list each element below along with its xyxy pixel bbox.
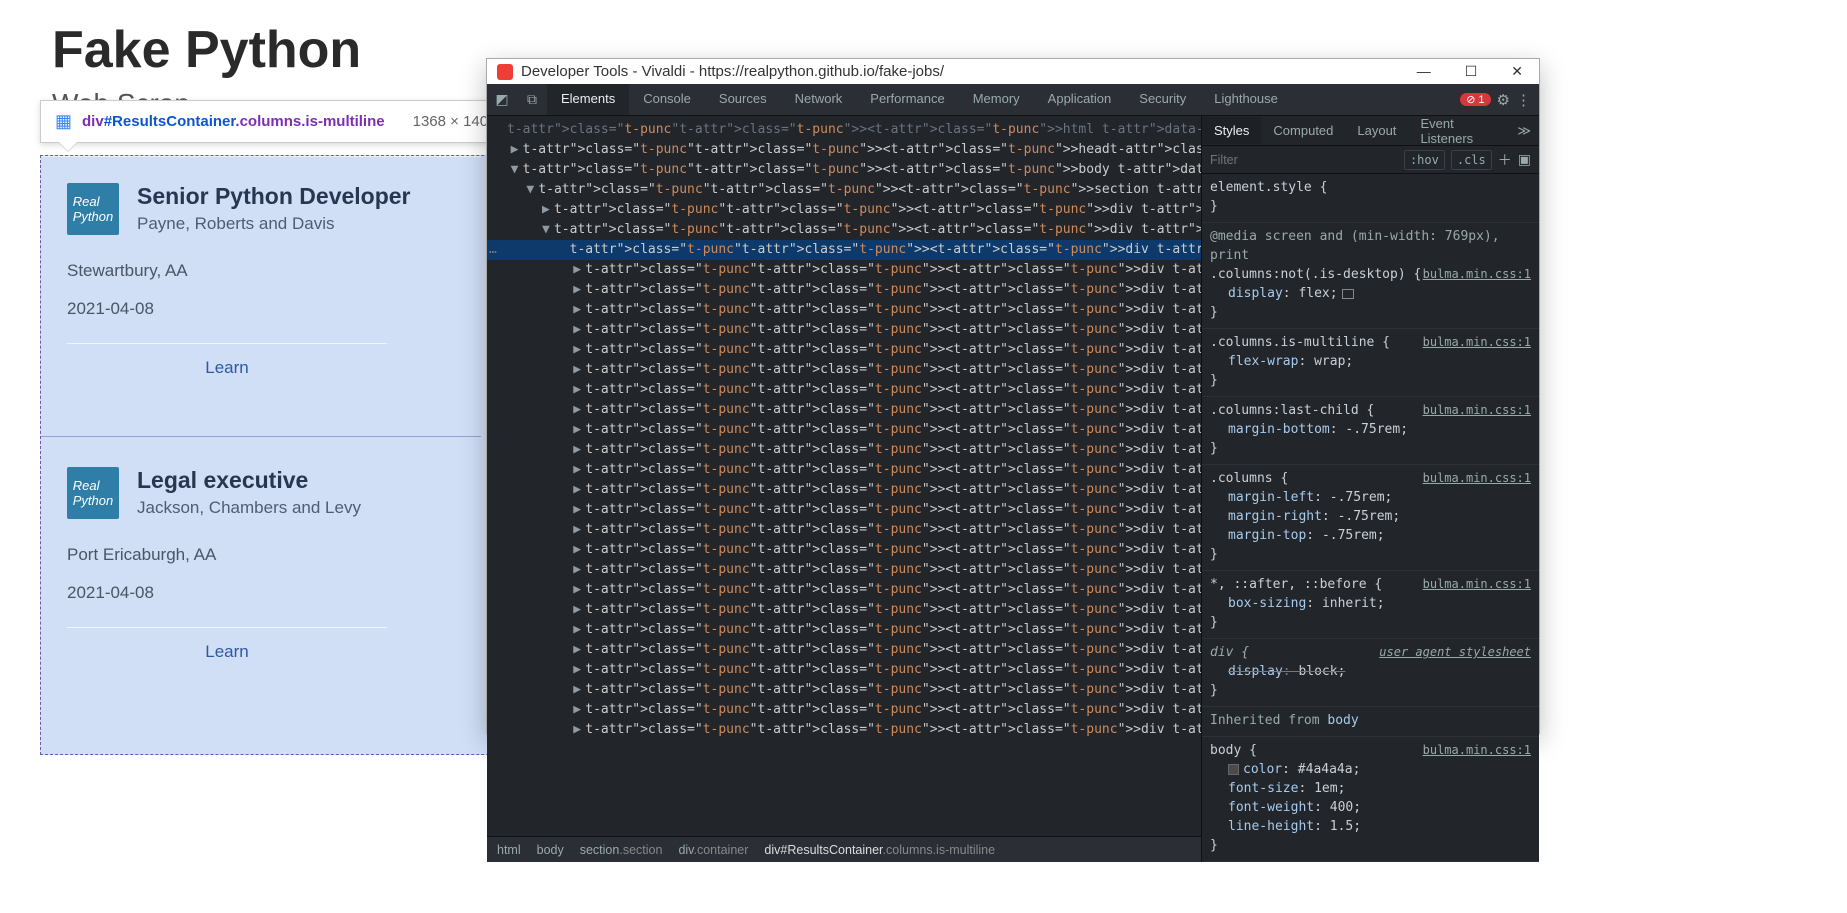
dom-node[interactable]: ▶t-attr">class="t-punc"t-attr">class="t-… bbox=[487, 280, 1201, 300]
devtools-window: Developer Tools - Vivaldi - https://real… bbox=[486, 58, 1540, 734]
tab-network[interactable]: Network bbox=[781, 84, 857, 115]
error-badge[interactable]: ⊘ 1 bbox=[1460, 93, 1490, 106]
tab-console[interactable]: Console bbox=[629, 84, 705, 115]
window-titlebar[interactable]: Developer Tools - Vivaldi - https://real… bbox=[487, 59, 1539, 84]
dom-node[interactable]: ▶t-attr">class="t-punc"t-attr">class="t-… bbox=[487, 440, 1201, 460]
dom-node[interactable]: ▶t-attr">class="t-punc"t-attr">class="t-… bbox=[487, 420, 1201, 440]
dom-node[interactable]: ▶t-attr">class="t-punc"t-attr">class="t-… bbox=[487, 400, 1201, 420]
styles-tab-layout[interactable]: Layout bbox=[1345, 117, 1408, 144]
tab-performance[interactable]: Performance bbox=[856, 84, 958, 115]
dom-node[interactable]: … t-attr">class="t-punc"t-attr">class="t… bbox=[487, 240, 1201, 260]
dom-node[interactable]: ▶t-attr">class="t-punc"t-attr">class="t-… bbox=[487, 320, 1201, 340]
settings-icon[interactable]: ⚙ bbox=[1497, 91, 1510, 109]
devtools-tabbar: ◩ ⧉ ElementsConsoleSourcesNetworkPerform… bbox=[487, 84, 1539, 116]
learn-link[interactable]: Learn bbox=[67, 343, 387, 392]
dom-node[interactable]: ▶t-attr">class="t-punc"t-attr">class="t-… bbox=[487, 580, 1201, 600]
breadcrumb-item[interactable]: div#ResultsContainer.columns.is-multilin… bbox=[764, 843, 995, 857]
dom-node[interactable]: ▶t-attr">class="t-punc"t-attr">class="t-… bbox=[487, 520, 1201, 540]
company-name: Jackson, Chambers and Levy bbox=[137, 498, 361, 518]
dom-node[interactable]: ▶t-attr">class="t-punc"t-attr">class="t-… bbox=[487, 700, 1201, 720]
style-rule[interactable]: Inherited from body bbox=[1202, 707, 1539, 737]
dom-node[interactable]: ▶t-attr">class="t-punc"t-attr">class="t-… bbox=[487, 540, 1201, 560]
dom-node[interactable]: t-attr">class="t-punc"t-attr">class="t-p… bbox=[487, 120, 1201, 140]
dom-node[interactable]: ▶t-attr">class="t-punc"t-attr">class="t-… bbox=[487, 620, 1201, 640]
breadcrumbs[interactable]: html body section.section div.container div#… bbox=[487, 836, 1201, 862]
dom-node[interactable]: ▶t-attr">class="t-punc"t-attr">class="t-… bbox=[487, 340, 1201, 360]
dom-node[interactable]: ▼t-attr">class="t-punc"t-attr">class="t-… bbox=[487, 160, 1201, 180]
maximize-button[interactable]: ☐ bbox=[1459, 59, 1484, 84]
dom-node[interactable]: ▶t-attr">class="t-punc"t-attr">class="t-… bbox=[487, 560, 1201, 580]
job-title: Senior Python Developer bbox=[137, 183, 411, 210]
close-button[interactable]: ✕ bbox=[1505, 59, 1529, 84]
dom-node[interactable]: ▼t-attr">class="t-punc"t-attr">class="t-… bbox=[487, 180, 1201, 200]
dom-node[interactable]: ▼t-attr">class="t-punc"t-attr">class="t-… bbox=[487, 220, 1201, 240]
dom-node[interactable]: ▶t-attr">class="t-punc"t-attr">class="t-… bbox=[487, 200, 1201, 220]
company-logo: RealPython bbox=[67, 183, 119, 235]
dom-node[interactable]: ▶t-attr">class="t-punc"t-attr">class="t-… bbox=[487, 460, 1201, 480]
device-icon[interactable]: ⧉ bbox=[517, 91, 547, 108]
company-logo: RealPython bbox=[67, 467, 119, 519]
hov-toggle[interactable]: :hov bbox=[1404, 150, 1445, 170]
tab-application[interactable]: Application bbox=[1034, 84, 1126, 115]
job-title: Legal executive bbox=[137, 467, 361, 494]
styles-tab-computed[interactable]: Computed bbox=[1261, 117, 1345, 144]
cls-toggle[interactable]: .cls bbox=[1451, 150, 1492, 170]
dom-node[interactable]: ▶t-attr">class="t-punc"t-attr">class="t-… bbox=[487, 640, 1201, 660]
styles-sidebar: StylesComputedLayoutEvent Listeners≫ :ho… bbox=[1201, 116, 1539, 862]
style-rule[interactable]: .columns.is-multiline {bulma.min.css:1fl… bbox=[1202, 329, 1539, 397]
style-rule[interactable]: *, ::after, ::before {bulma.min.css:1box… bbox=[1202, 571, 1539, 639]
tab-sources[interactable]: Sources bbox=[705, 84, 781, 115]
dom-node[interactable]: ▶t-attr">class="t-punc"t-attr">class="t-… bbox=[487, 260, 1201, 280]
job-location: Stewartbury, AA bbox=[67, 261, 455, 281]
tab-lighthouse[interactable]: Lighthouse bbox=[1200, 84, 1292, 115]
tab-elements[interactable]: Elements bbox=[547, 84, 629, 115]
dom-node[interactable]: ▶t-attr">class="t-punc"t-attr">class="t-… bbox=[487, 500, 1201, 520]
dom-node[interactable]: ▶t-attr">class="t-punc"t-attr">class="t-… bbox=[487, 680, 1201, 700]
breadcrumb-item[interactable]: div.container bbox=[678, 843, 748, 857]
tab-memory[interactable]: Memory bbox=[959, 84, 1034, 115]
dom-node[interactable]: ▶t-attr">class="t-punc"t-attr">class="t-… bbox=[487, 600, 1201, 620]
styles-filter-input[interactable] bbox=[1210, 153, 1398, 167]
job-card: RealPython Senior Python Developer Payne… bbox=[41, 156, 481, 406]
job-date: 2021-04-08 bbox=[67, 583, 455, 603]
styles-more-icon[interactable]: ≫ bbox=[1509, 123, 1539, 139]
dom-node[interactable]: ▶t-attr">class="t-punc"t-attr">class="t-… bbox=[487, 300, 1201, 320]
breadcrumb-item[interactable]: section.section bbox=[580, 843, 663, 857]
job-date: 2021-04-08 bbox=[67, 299, 455, 319]
toggle-sidebar-icon[interactable]: ▣ bbox=[1518, 151, 1531, 168]
dom-node[interactable]: ▶t-attr">class="t-punc"t-attr">class="t-… bbox=[487, 380, 1201, 400]
elements-tree[interactable]: t-attr">class="t-punc"t-attr">class="t-p… bbox=[487, 116, 1201, 836]
style-rule[interactable]: body {bulma.min.css:1color: #4a4a4a;font… bbox=[1202, 737, 1539, 862]
more-icon[interactable]: ⋮ bbox=[1516, 91, 1531, 109]
inspect-icon[interactable]: ◩ bbox=[487, 91, 517, 108]
vivaldi-icon bbox=[497, 64, 513, 80]
dom-node[interactable]: ▶t-attr">class="t-punc"t-attr">class="t-… bbox=[487, 660, 1201, 680]
style-rule[interactable]: @media screen and (min-width: 769px), pr… bbox=[1202, 223, 1539, 329]
company-name: Payne, Roberts and Davis bbox=[137, 214, 411, 234]
tab-security[interactable]: Security bbox=[1125, 84, 1200, 115]
minimize-button[interactable]: — bbox=[1411, 59, 1437, 84]
style-rule[interactable]: element.style {} bbox=[1202, 174, 1539, 223]
breadcrumb-item[interactable]: html bbox=[497, 843, 521, 857]
style-rule[interactable]: .columns {bulma.min.css:1margin-left: -.… bbox=[1202, 465, 1539, 571]
styles-rules[interactable]: element.style {}@media screen and (min-w… bbox=[1202, 174, 1539, 862]
breadcrumb-item[interactable]: body bbox=[537, 843, 564, 857]
job-card: RealPython Legal executive Jackson, Cham… bbox=[41, 436, 481, 690]
dom-node[interactable]: ▶t-attr">class="t-punc"t-attr">class="t-… bbox=[487, 480, 1201, 500]
dom-node[interactable]: ▶t-attr">class="t-punc"t-attr">class="t-… bbox=[487, 720, 1201, 740]
new-rule-icon[interactable]: ＋ bbox=[1498, 150, 1512, 170]
style-rule[interactable]: div {user agent stylesheetdisplay: block… bbox=[1202, 639, 1539, 707]
job-location: Port Ericaburgh, AA bbox=[67, 545, 455, 565]
learn-link[interactable]: Learn bbox=[67, 627, 387, 676]
tooltip-selector-cls: .columns.is-multiline bbox=[235, 113, 384, 130]
styles-tab-styles[interactable]: Styles bbox=[1202, 117, 1261, 144]
dom-node[interactable]: ▶t-attr">class="t-punc"t-attr">class="t-… bbox=[487, 360, 1201, 380]
grid-icon: ▦ bbox=[55, 111, 72, 132]
inspector-tooltip: ▦ div#ResultsContainer.columns.is-multil… bbox=[40, 100, 520, 143]
window-title: Developer Tools - Vivaldi - https://real… bbox=[521, 63, 944, 80]
style-rule[interactable]: .columns:last-child {bulma.min.css:1marg… bbox=[1202, 397, 1539, 465]
dom-node[interactable]: ▶t-attr">class="t-punc"t-attr">class="t-… bbox=[487, 140, 1201, 160]
